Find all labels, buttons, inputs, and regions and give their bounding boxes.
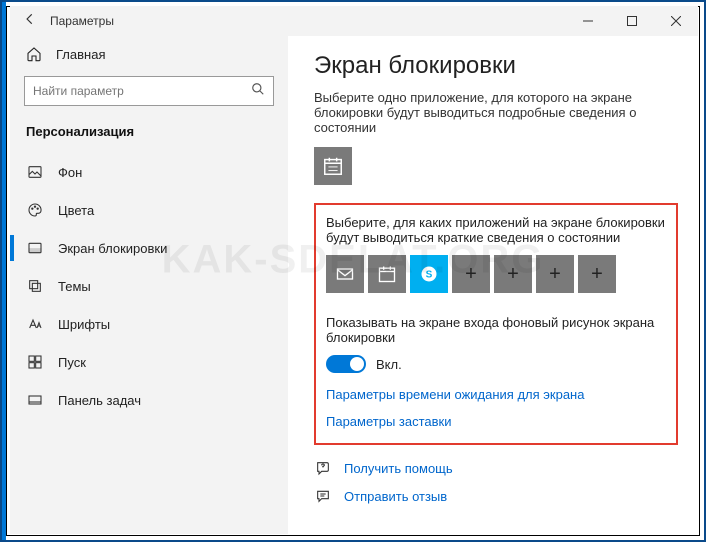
get-help-label: Получить помощь	[344, 461, 453, 476]
quick-status-add-tile[interactable]: +	[494, 255, 532, 293]
get-help-link[interactable]: Получить помощь	[314, 459, 678, 477]
quick-status-tile-calendar[interactable]	[368, 255, 406, 293]
window-title: Параметры	[50, 14, 114, 28]
mail-icon	[335, 264, 355, 284]
section-title: Персонализация	[10, 120, 288, 153]
plus-icon: +	[591, 263, 603, 286]
sidebar-item-fonts[interactable]: Шрифты	[10, 305, 288, 343]
detailed-status-description: Выберите одно приложение, для которого н…	[314, 90, 678, 135]
fonts-icon	[26, 315, 44, 333]
svg-text:S: S	[426, 269, 433, 280]
feedback-icon	[314, 487, 332, 505]
show-lockscreen-bg-toggle[interactable]	[326, 355, 366, 373]
sidebar-item-themes[interactable]: Темы	[10, 267, 288, 305]
sidebar-item-colors[interactable]: Цвета	[10, 191, 288, 229]
sidebar-item-label: Шрифты	[58, 317, 110, 332]
search-box[interactable]	[24, 76, 274, 106]
quick-status-description: Выберите, для каких приложений на экране…	[326, 215, 666, 245]
sidebar-nav: Фон Цвета Экран блокировки	[10, 153, 288, 419]
quick-status-add-tile[interactable]: +	[536, 255, 574, 293]
sidebar-item-label: Фон	[58, 165, 82, 180]
quick-status-tiles: S + + + +	[326, 255, 666, 293]
screensaver-link[interactable]: Параметры заставки	[326, 414, 666, 429]
lockscreen-icon	[26, 239, 44, 257]
quick-status-tile-mail[interactable]	[326, 255, 364, 293]
feedback-link[interactable]: Отправить отзыв	[314, 487, 678, 505]
page-heading: Экран блокировки	[314, 52, 678, 80]
toggle-state: Вкл.	[376, 357, 402, 372]
sidebar-item-label: Экран блокировки	[58, 241, 167, 256]
home-icon	[26, 46, 42, 62]
help-icon	[314, 459, 332, 477]
search-icon	[251, 82, 265, 101]
quick-status-add-tile[interactable]: +	[578, 255, 616, 293]
sidebar-item-taskbar[interactable]: Панель задач	[10, 381, 288, 419]
main-content: Экран блокировки Выберите одно приложени…	[288, 36, 698, 534]
calendar-icon	[377, 264, 397, 284]
sidebar: Главная Персонализация	[10, 36, 288, 534]
search-input[interactable]	[33, 84, 251, 98]
titlebar: Параметры	[10, 6, 698, 36]
plus-icon: +	[465, 263, 477, 286]
palette-icon	[26, 201, 44, 219]
sidebar-item-background[interactable]: Фон	[10, 153, 288, 191]
feedback-label: Отправить отзыв	[344, 489, 447, 504]
sidebar-item-start[interactable]: Пуск	[10, 343, 288, 381]
home-button[interactable]: Главная	[10, 36, 288, 76]
start-icon	[26, 353, 44, 371]
sidebar-item-label: Пуск	[58, 355, 86, 370]
maximize-button[interactable]	[610, 6, 654, 36]
picture-icon	[26, 163, 44, 181]
detailed-status-app-tile[interactable]	[314, 147, 352, 185]
calendar-icon	[322, 155, 344, 177]
home-label: Главная	[56, 47, 105, 62]
skype-icon: S	[419, 264, 439, 284]
sidebar-item-label: Панель задач	[58, 393, 141, 408]
quick-status-tile-skype[interactable]: S	[410, 255, 448, 293]
themes-icon	[26, 277, 44, 295]
sidebar-item-label: Цвета	[58, 203, 94, 218]
plus-icon: +	[549, 263, 561, 286]
taskbar-icon	[26, 391, 44, 409]
screen-timeout-link[interactable]: Параметры времени ожидания для экрана	[326, 387, 666, 402]
window-accent-border	[2, 2, 6, 540]
quick-status-add-tile[interactable]: +	[452, 255, 490, 293]
close-button[interactable]	[654, 6, 698, 36]
annotation-highlight: Выберите, для каких приложений на экране…	[314, 203, 678, 445]
sidebar-item-label: Темы	[58, 279, 91, 294]
toggle-label: Показывать на экране входа фоновый рисун…	[326, 315, 666, 345]
minimize-button[interactable]	[566, 6, 610, 36]
toggle-knob	[350, 357, 364, 371]
sidebar-item-lockscreen[interactable]: Экран блокировки	[10, 229, 288, 267]
plus-icon: +	[507, 263, 519, 286]
back-button[interactable]	[10, 12, 50, 31]
